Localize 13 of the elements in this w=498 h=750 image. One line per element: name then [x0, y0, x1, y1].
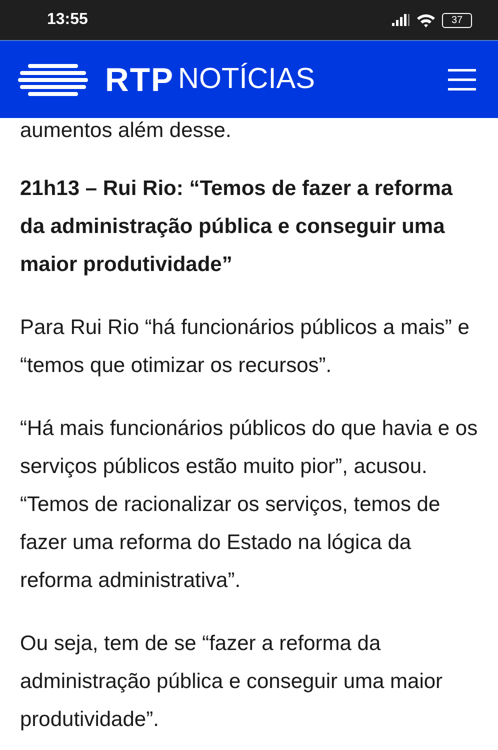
brand-name: RTP [105, 60, 174, 98]
article-paragraph: “Há mais funcionários públicos do que havia e os serviços públicos estão muito pior”, acusou. “Temos de racionalizar os serviços, temos de fazer uma reforma do Estado na lógica da reforma administrativa”. [20, 416, 478, 594]
section-heading: 21h13 – Rui Rio: “Temos de fazer a reforma da administração pública e conseguir uma maior produtividade” [20, 176, 454, 278]
menu-icon [448, 68, 476, 90]
clock-time: 13:55 [47, 11, 88, 29]
section-name: NOTÍCIAS [178, 63, 315, 96]
logo-stripes-icon [18, 64, 88, 96]
signal-icon [392, 14, 410, 26]
article-paragraph: Para Rui Rio “há funcionários públicos a mais” e “temos que otimizar os recursos”. [20, 315, 470, 379]
article-paragraph: aumentos além desse. [20, 118, 232, 144]
wifi-icon [416, 12, 436, 28]
battery-icon: 37 [442, 12, 472, 28]
article-paragraph: Ou seja, tem de se “fazer a reforma da administração pública e conseguir uma maior produtividade”. [20, 631, 444, 733]
